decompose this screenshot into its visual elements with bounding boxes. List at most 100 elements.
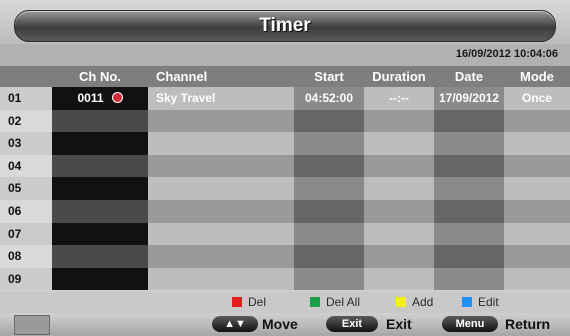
cell-channel	[148, 177, 294, 200]
menu-key-pill[interactable]: Menu	[442, 316, 498, 332]
cell-mode	[504, 245, 570, 268]
exit-label: Exit	[386, 316, 412, 332]
cell-duration	[364, 222, 434, 246]
column-header-date: Date	[434, 66, 504, 87]
cell-duration: --:--	[364, 87, 434, 110]
cell-rownum: 07	[0, 222, 52, 246]
cell-mode	[504, 177, 570, 200]
cell-rownum: 04	[0, 154, 52, 178]
cell-duration-text: --:--	[389, 91, 409, 105]
legend-del-all[interactable]: Del All	[310, 295, 360, 309]
cell-duration	[364, 200, 434, 223]
cell-date	[434, 245, 504, 268]
legend-add-label: Add	[412, 295, 434, 309]
cell-mode	[504, 267, 570, 291]
cell-start: 04:52:00	[294, 87, 364, 110]
cell-duration	[364, 109, 434, 133]
cell-start	[294, 267, 364, 291]
cell-start	[294, 222, 364, 246]
cell-ch-no	[52, 245, 148, 268]
legend-del-label: Del	[248, 295, 267, 309]
cell-date	[434, 177, 504, 200]
cell-channel	[148, 222, 294, 246]
cell-mode-text: Once	[521, 91, 552, 105]
cell-duration	[364, 267, 434, 291]
column-header-duration: Duration	[364, 66, 434, 87]
cell-rownum: 03	[0, 132, 52, 155]
cell-rownum: 02	[0, 109, 52, 133]
legend-edit-label: Edit	[478, 295, 499, 309]
cell-start	[294, 132, 364, 155]
cell-ch-no	[52, 177, 148, 200]
cell-date	[434, 154, 504, 178]
page-title: Timer	[259, 15, 311, 36]
cell-mode	[504, 132, 570, 155]
cell-start	[294, 109, 364, 133]
green-key-icon	[310, 297, 320, 307]
cell-channel: Sky Travel	[148, 87, 294, 110]
column-header-start: Start	[294, 66, 364, 87]
exit-key-pill[interactable]: Exit	[326, 316, 378, 332]
cell-start	[294, 177, 364, 200]
yellow-key-icon	[396, 297, 406, 307]
cell-channel	[148, 109, 294, 133]
cell-rownum: 05	[0, 177, 52, 200]
legend-edit[interactable]: Edit	[462, 295, 499, 309]
column-header-ch-no: Ch No.	[52, 66, 148, 87]
cell-duration	[364, 154, 434, 178]
cell-ch-no	[52, 200, 148, 223]
cell-date	[434, 267, 504, 291]
cell-duration	[364, 245, 434, 268]
clock-icon	[111, 92, 123, 103]
timer-screen: Timer 16/09/2012 10:04:06 Ch No. Channel S…	[0, 0, 570, 336]
footer-bar: ▲▼ Move Exit Exit Menu Return	[0, 313, 570, 336]
cell-ch-no	[52, 132, 148, 155]
column-header-mode: Mode	[504, 66, 570, 87]
move-key-pill[interactable]: ▲▼	[212, 316, 258, 332]
cell-date	[434, 200, 504, 223]
cell-mode	[504, 200, 570, 223]
cell-ch-no	[52, 222, 148, 246]
cell-ch-no-text: 0011	[77, 91, 104, 105]
cell-date-text: 17/09/2012	[438, 91, 500, 105]
cell-ch-no: 0011	[52, 87, 148, 110]
cell-date	[434, 222, 504, 246]
cell-mode	[504, 109, 570, 133]
current-datetime: 16/09/2012 10:04:06	[455, 48, 558, 60]
date-bar: 16/09/2012 10:04:06	[0, 44, 570, 66]
cell-rownum: 01	[0, 87, 52, 110]
return-label: Return	[505, 316, 551, 332]
cell-ch-no	[52, 109, 148, 133]
cell-start-text: 04:52:00	[304, 91, 354, 105]
cell-channel	[148, 267, 294, 291]
cell-duration	[364, 177, 434, 200]
cell-ch-no	[52, 154, 148, 178]
blue-key-icon	[462, 297, 472, 307]
legend-add[interactable]: Add	[396, 295, 433, 309]
cell-channel	[148, 154, 294, 178]
cell-start	[294, 154, 364, 178]
footer-left-box	[14, 315, 50, 335]
cell-duration	[364, 132, 434, 155]
cell-date	[434, 132, 504, 155]
title-bar: Timer	[0, 0, 570, 44]
cell-rownum: 06	[0, 200, 52, 223]
timer-table: Ch No. Channel Start Duration Date Mode 01 0011…	[0, 66, 570, 291]
title-pill: Timer	[14, 10, 556, 42]
cell-mode	[504, 154, 570, 178]
cell-channel-text: Sky Travel	[156, 91, 216, 105]
color-key-legend: Del Del All Add Edit	[0, 291, 570, 313]
cell-date: 17/09/2012	[434, 87, 504, 110]
cell-mode: Once	[504, 87, 570, 110]
legend-del[interactable]: Del	[232, 295, 266, 309]
cell-start	[294, 200, 364, 223]
cell-mode	[504, 222, 570, 246]
cell-channel	[148, 132, 294, 155]
cell-rownum: 09	[0, 267, 52, 291]
cell-rownum: 08	[0, 245, 52, 268]
cell-start	[294, 245, 364, 268]
column-header-rownum	[0, 66, 52, 87]
cell-date	[434, 109, 504, 133]
column-header-channel: Channel	[148, 66, 294, 87]
red-key-icon	[232, 297, 242, 307]
